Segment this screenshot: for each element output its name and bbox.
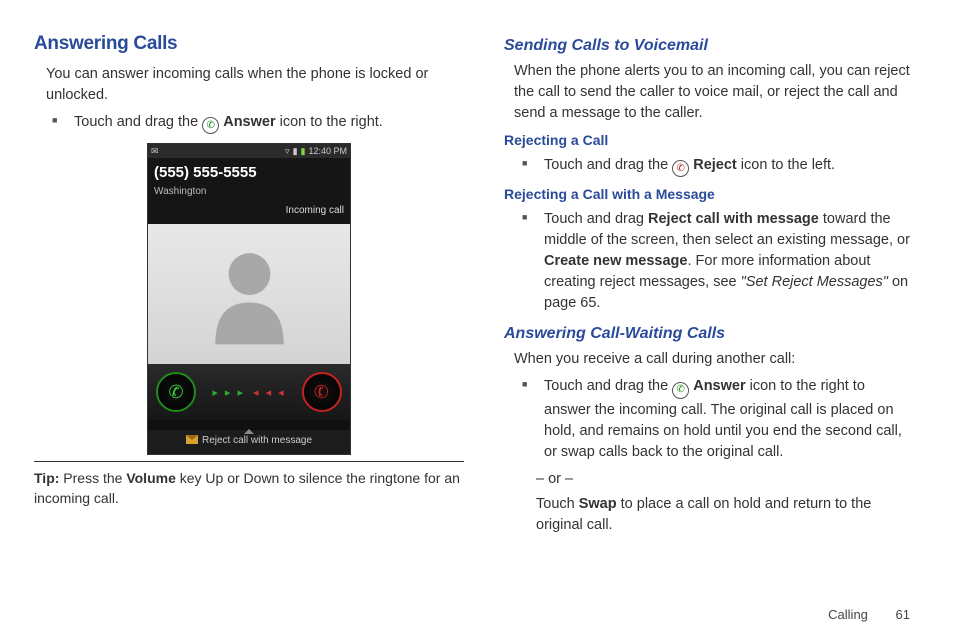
bullet-answer: Touch and drag the ✆ Answer icon to the … — [60, 112, 464, 136]
heading-sending-voicemail: Sending Calls to Voicemail — [504, 34, 914, 57]
message-icon: ✉ — [151, 145, 159, 158]
status-time: 12:40 PM — [308, 145, 347, 158]
page-footer: Calling 61 — [828, 607, 910, 622]
heading-answering-calls: Answering Calls — [34, 30, 464, 58]
tip-block: Tip: Press the Volume key Up or Down to … — [34, 468, 464, 509]
divider — [34, 461, 464, 462]
reject-icon: ✆ — [672, 160, 689, 177]
left-column: Answering Calls You can answer incoming … — [34, 30, 464, 590]
heading-call-waiting: Answering Call-Waiting Calls — [504, 322, 914, 345]
caller-number: (555) 555-5555 — [154, 162, 344, 184]
caller-avatar — [148, 224, 350, 364]
bullet-reject-message: Touch and drag Reject call with message … — [530, 209, 914, 314]
intro-text: You can answer incoming calls when the p… — [46, 64, 464, 106]
footer-section: Calling — [828, 607, 868, 622]
swap-instruction: Touch Swap to place a call on hold and r… — [504, 494, 914, 536]
wifi-icon: ▿ — [285, 145, 290, 158]
heading-rejecting-call: Rejecting a Call — [504, 130, 914, 150]
answer-button[interactable]: ✆ — [156, 372, 196, 412]
reject-with-message-bar[interactable]: Reject call with message — [148, 430, 350, 454]
phone-screenshot: ✉ ▿ ▮ ▮ 12:40 PM (555) 555-5555 Washingt… — [147, 143, 351, 454]
pull-tab[interactable] — [148, 420, 350, 430]
or-separator: – or – — [504, 469, 914, 490]
battery-icon: ▮ — [301, 145, 306, 158]
signal-icon: ▮ — [293, 145, 298, 158]
page-number: 61 — [896, 607, 910, 622]
bullet-call-waiting-answer: Touch and drag the ✆ Answer icon to the … — [530, 376, 914, 463]
swipe-arrows: ▸ ▸ ▸◂ ◂ ◂ — [196, 382, 302, 403]
call-waiting-intro: When you receive a call during another c… — [514, 349, 914, 370]
answer-icon: ✆ — [202, 117, 219, 134]
right-column: Sending Calls to Voicemail When the phon… — [504, 30, 914, 590]
voicemail-intro: When the phone alerts you to an incoming… — [514, 61, 914, 124]
reject-button[interactable]: ✆ — [302, 372, 342, 412]
bullet-reject: Touch and drag the ✆ Reject icon to the … — [530, 155, 914, 179]
envelope-icon — [186, 435, 198, 444]
heading-rejecting-with-message: Rejecting a Call with a Message — [504, 184, 914, 204]
incoming-call-label: Incoming call — [154, 204, 344, 219]
answer-icon-2: ✆ — [672, 382, 689, 399]
status-bar: ✉ ▿ ▮ ▮ 12:40 PM — [148, 144, 350, 158]
caller-location: Washington — [154, 185, 344, 200]
